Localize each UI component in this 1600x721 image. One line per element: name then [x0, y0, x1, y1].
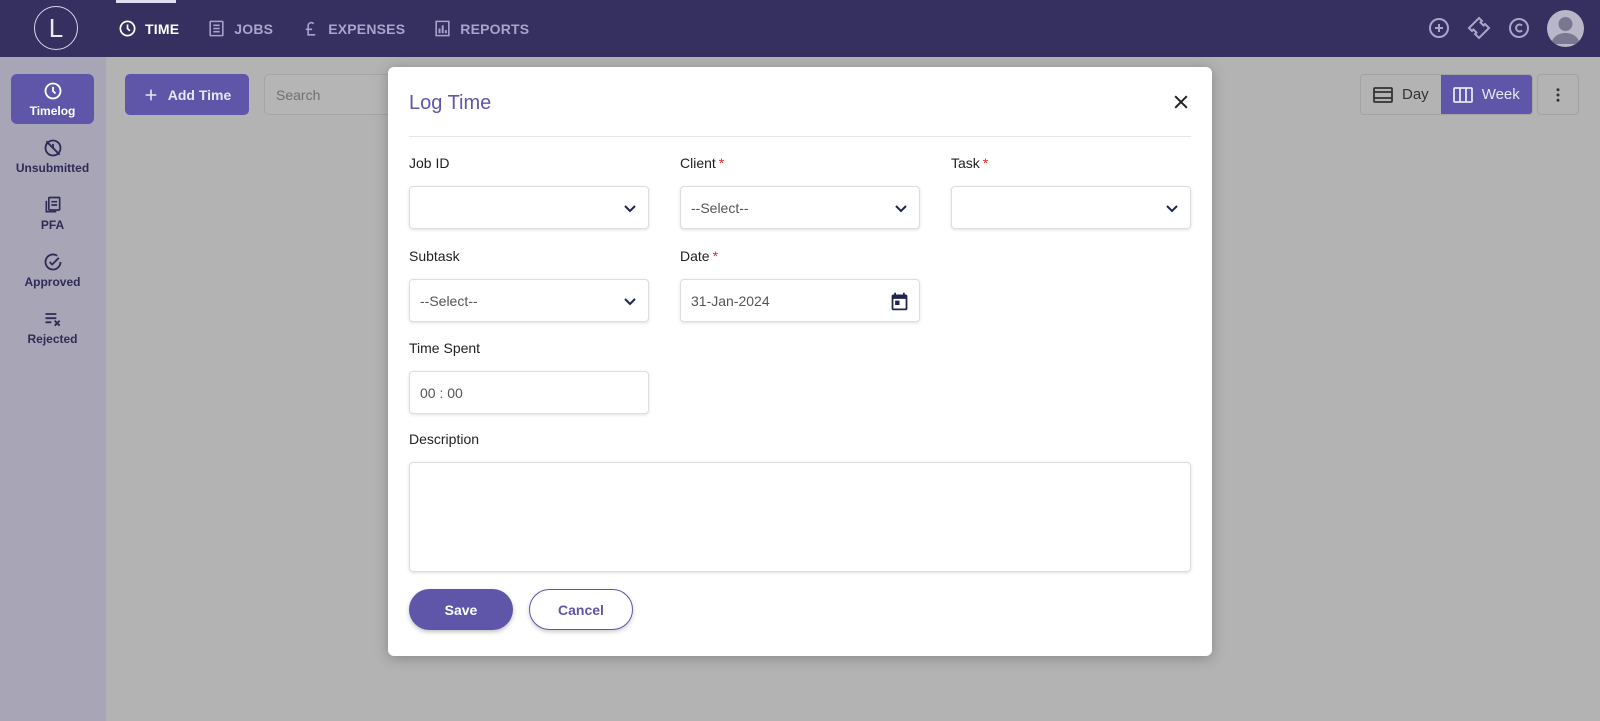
- client-select[interactable]: --Select--: [680, 186, 920, 229]
- date-input[interactable]: 31-Jan-2024: [680, 279, 920, 322]
- vertical-dots-icon: [1556, 87, 1560, 102]
- subtask-select[interactable]: --Select--: [409, 279, 649, 322]
- date-label: Date *: [680, 248, 719, 264]
- list-icon: [209, 20, 224, 37]
- pound-icon: [305, 21, 316, 36]
- add-circle-icon[interactable]: [1427, 16, 1451, 40]
- pages-icon: [45, 196, 60, 212]
- day-view-icon: [1373, 86, 1393, 103]
- top-navigation-bar: L TIME JOBS EXPENSES REPORTS: [0, 0, 1600, 57]
- chevron-down-icon: [624, 205, 636, 213]
- description-textarea[interactable]: [409, 462, 1191, 572]
- view-day-button[interactable]: Day: [1361, 75, 1441, 114]
- nav-item-reports[interactable]: REPORTS: [433, 0, 529, 57]
- nav-item-time[interactable]: TIME: [115, 0, 179, 57]
- description-label: Description: [409, 431, 480, 447]
- app-logo[interactable]: L: [34, 6, 78, 50]
- left-sidebar: Timelog Unsubmitted PFA Approved Rejecte…: [0, 57, 106, 721]
- chevron-down-icon: [895, 205, 907, 213]
- user-avatar[interactable]: [1547, 10, 1584, 47]
- log-time-modal: Log Time Job ID Client * --Select-- Task *…: [388, 67, 1212, 656]
- no-time-icon: [44, 139, 61, 156]
- clock-icon: [119, 20, 136, 37]
- plus-icon: [145, 89, 157, 100]
- task-select[interactable]: [951, 186, 1191, 229]
- sidebar-item-approved[interactable]: Approved: [11, 245, 94, 295]
- sidebar-item-pfa[interactable]: PFA: [11, 188, 94, 238]
- cancel-button[interactable]: Cancel: [529, 589, 633, 630]
- more-options-button[interactable]: [1537, 74, 1579, 115]
- search-input[interactable]: Search: [264, 74, 394, 115]
- check-circle-icon: [44, 253, 61, 270]
- client-label: Client *: [680, 155, 725, 171]
- chevron-down-icon: [624, 298, 636, 306]
- job-id-label: Job ID: [409, 155, 450, 171]
- modal-divider: [409, 136, 1191, 137]
- bar-chart-icon: [435, 20, 450, 37]
- save-button[interactable]: Save: [409, 589, 513, 630]
- calendar-icon[interactable]: [889, 291, 910, 312]
- chevron-down-icon: [1166, 205, 1178, 213]
- week-view-icon: [1452, 86, 1473, 103]
- ticket-icon[interactable]: [1467, 16, 1491, 40]
- clock-icon: [44, 82, 61, 99]
- subtask-label: Subtask: [409, 248, 460, 264]
- nav-item-jobs[interactable]: JOBS: [207, 0, 273, 57]
- task-label: Task *: [951, 155, 989, 171]
- close-icon[interactable]: [1171, 92, 1191, 112]
- sidebar-item-timelog[interactable]: Timelog: [11, 74, 94, 124]
- sidebar-item-rejected[interactable]: Rejected: [11, 302, 94, 352]
- sidebar-item-unsubmitted[interactable]: Unsubmitted: [11, 131, 94, 181]
- time-spent-label: Time Spent: [409, 340, 481, 356]
- view-week-button[interactable]: Week: [1440, 75, 1532, 114]
- view-toggle: Day Week: [1360, 74, 1533, 115]
- modal-title: Log Time: [409, 92, 492, 114]
- nav-item-expenses[interactable]: EXPENSES: [301, 0, 405, 57]
- time-spent-input[interactable]: 00 : 00: [409, 371, 649, 414]
- avatar-icon: [1551, 17, 1580, 44]
- add-time-button[interactable]: Add Time: [125, 74, 249, 115]
- main-nav: TIME JOBS EXPENSES REPORTS: [115, 0, 529, 57]
- currency-c-icon[interactable]: [1507, 16, 1531, 40]
- list-x-icon: [45, 312, 60, 326]
- job-id-select[interactable]: [409, 186, 649, 229]
